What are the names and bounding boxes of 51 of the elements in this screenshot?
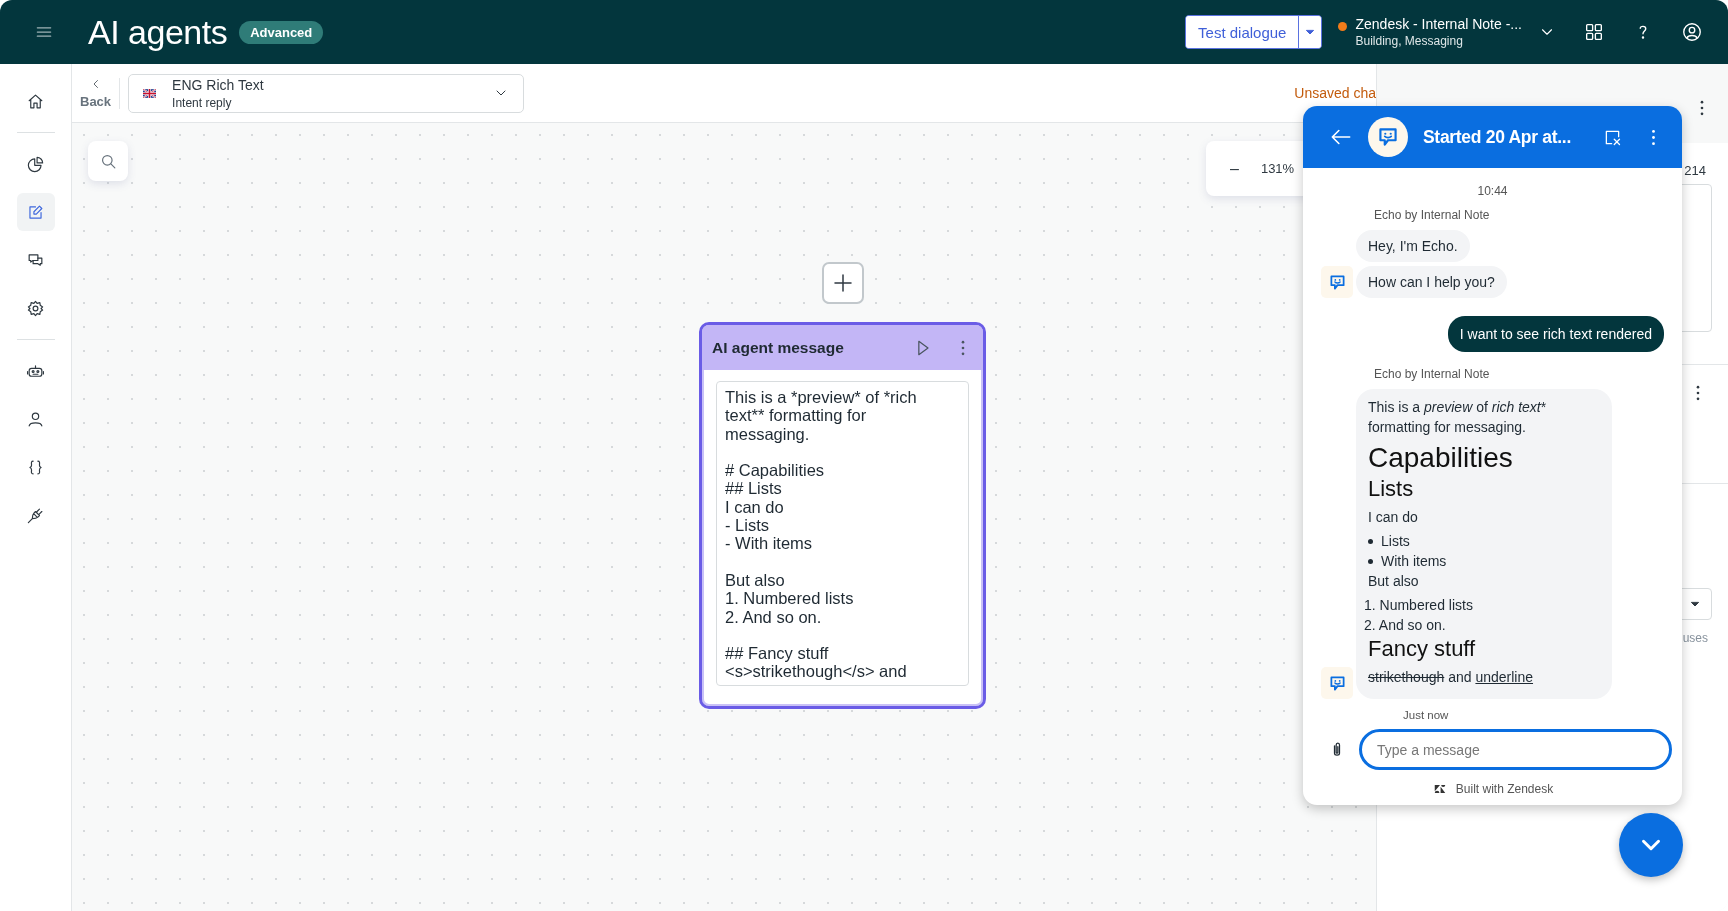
app-title: AI agents — [88, 12, 228, 52]
node-title: AI agent message — [712, 338, 845, 357]
message-paragraph: strikethough and underline — [1368, 668, 1535, 687]
workspace-name[interactable]: Zendesk - Internal Note -... — [1355, 16, 1522, 32]
message-paragraph: But also — [1368, 572, 1420, 591]
sender-name: Echo by Internal Note — [1374, 367, 1491, 381]
message-bubble: How can I help you? — [1356, 266, 1507, 298]
message-bubble: Hey, I'm Echo. — [1356, 230, 1470, 262]
settings-icon — [26, 298, 45, 318]
message-node[interactable] — [699, 322, 986, 709]
flag-icon — [143, 88, 157, 98]
flow-type: Intent reply — [172, 95, 233, 110]
branding-text: Built with Zendesk — [1455, 782, 1554, 796]
message-bubble: I want to see rich text rendered — [1447, 316, 1664, 352]
home-icon — [26, 91, 45, 111]
flow-name: ENG Rich Text — [172, 76, 265, 93]
list-item: With items — [1381, 553, 1447, 569]
unsaved-notice: Unsaved cha — [1294, 85, 1376, 101]
add-step-button[interactable] — [822, 262, 864, 304]
message-status: Just now — [1403, 709, 1450, 721]
flow-select[interactable]: ENG Rich Text Intent reply — [128, 73, 525, 113]
message-paragraph: I can do — [1368, 508, 1419, 527]
user-icon[interactable] — [1681, 21, 1703, 43]
back-button[interactable]: Back — [80, 77, 121, 109]
message-subheading: Lists — [1368, 475, 1415, 503]
apps-grid-icon[interactable] — [1583, 21, 1605, 43]
zoom-out-button[interactable]: – — [1224, 158, 1245, 179]
status-dot — [1338, 22, 1348, 31]
message-subheading: Fancy stuff — [1368, 635, 1477, 663]
pie-chart-icon — [26, 154, 45, 174]
plug-icon — [26, 505, 45, 525]
bullet-dot — [1368, 538, 1373, 544]
list-item: 1. Numbered lists — [1364, 596, 1474, 615]
character-count: 214 — [1684, 163, 1706, 178]
sender-name: Echo by Internal Note — [1374, 208, 1491, 222]
dropdown-button[interactable] — [1298, 16, 1322, 48]
plus-icon — [831, 271, 855, 295]
message-text-field[interactable]: This is a *preview* of *rich text** formatting for messaging. # Capabilities ## Lists I can do - Lists - With items But also 1. Numbered lists 2. And so on. ## Fancy stuff <s>strikethough</s> and — [716, 381, 969, 686]
message-heading: Capabilities — [1368, 441, 1514, 475]
plan-badge: Advanced — [239, 20, 324, 44]
message-paragraph: This is a preview of rich text* formatting for messaging. — [1368, 398, 1548, 437]
edit-icon — [26, 202, 45, 222]
workspace-subtitle: Building, Messaging — [1355, 34, 1464, 48]
message-input[interactable]: Type a message — [1359, 729, 1672, 770]
zoom-level: 131% — [1260, 161, 1295, 176]
timestamp: 10:44 — [1477, 184, 1508, 198]
bullet-dot — [1368, 558, 1373, 564]
field-hint: uses — [1682, 631, 1708, 645]
list-item: 2. And so on. — [1364, 616, 1447, 635]
list-item: Lists — [1381, 533, 1410, 549]
chat-title: Started 20 Apr at... — [1423, 126, 1572, 148]
